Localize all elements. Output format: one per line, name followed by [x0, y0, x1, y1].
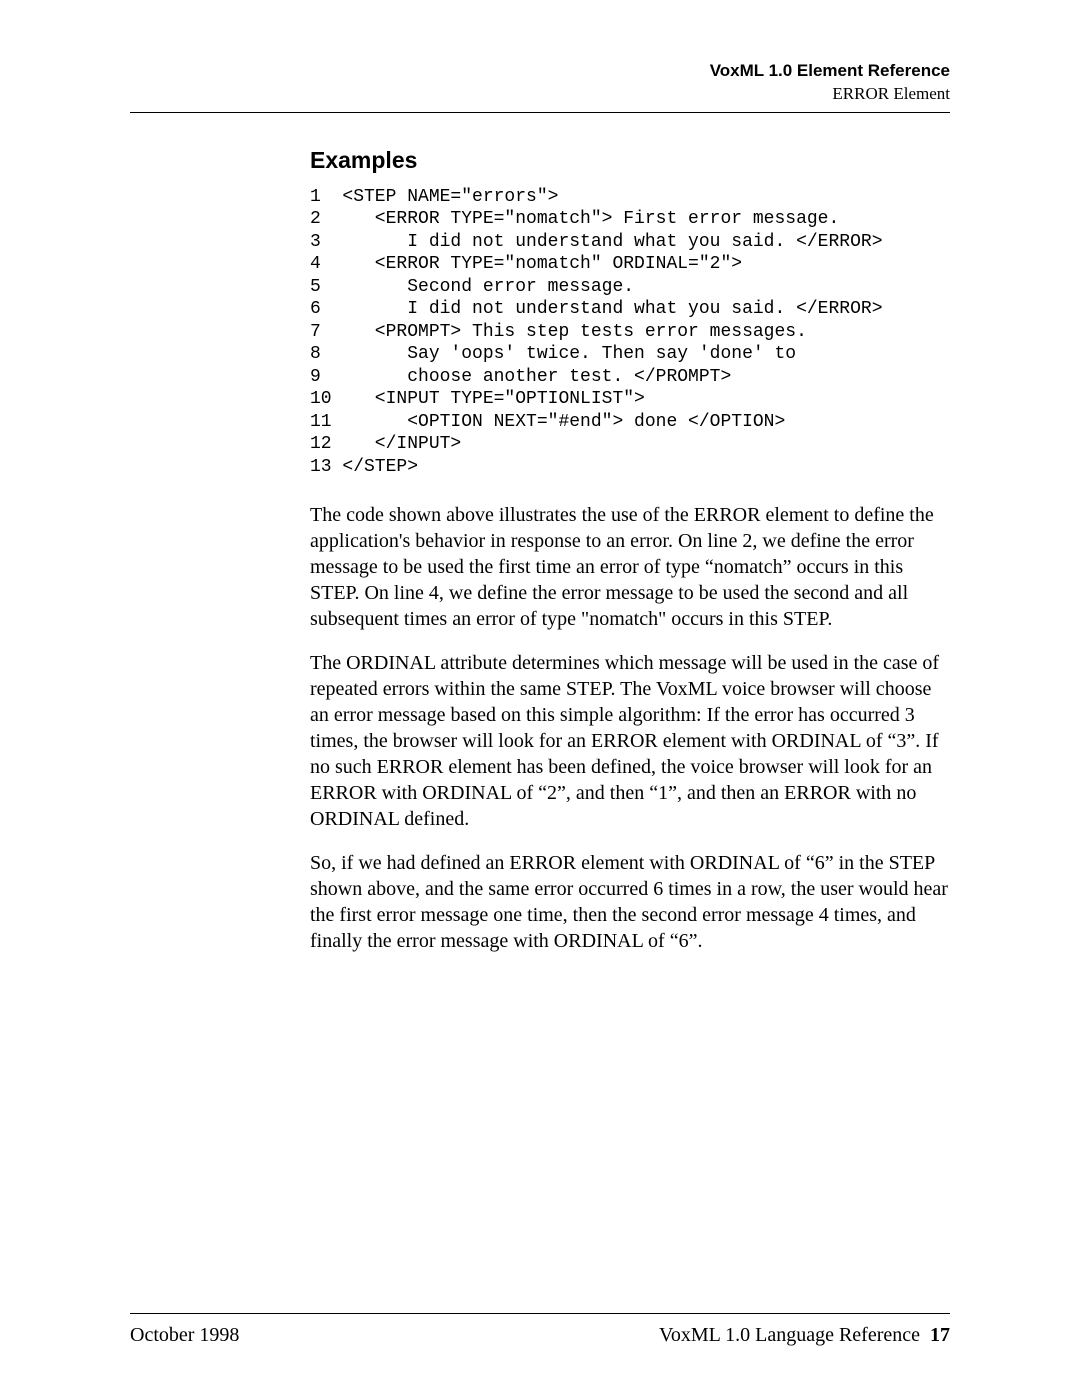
- footer-doc-title: VoxML 1.0 Language Reference 17: [659, 1324, 950, 1347]
- footer-right-text: VoxML 1.0 Language Reference: [659, 1324, 920, 1346]
- header-subtitle: ERROR Element: [130, 83, 950, 106]
- page: VoxML 1.0 Element Reference ERROR Elemen…: [0, 0, 1080, 1397]
- footer-rule: [130, 1313, 950, 1314]
- page-footer: October 1998 VoxML 1.0 Language Referenc…: [130, 1313, 950, 1347]
- body-paragraph: So, if we had defined an ERROR element w…: [310, 850, 950, 954]
- content-area: Examples 1 <STEP NAME="errors"> 2 <ERROR…: [310, 147, 950, 955]
- header-rule: [130, 112, 950, 113]
- code-example: 1 <STEP NAME="errors"> 2 <ERROR TYPE="no…: [310, 186, 950, 479]
- footer-row: October 1998 VoxML 1.0 Language Referenc…: [130, 1324, 950, 1347]
- body-paragraph: The code shown above illustrates the use…: [310, 502, 950, 632]
- page-header: VoxML 1.0 Element Reference ERROR Elemen…: [130, 60, 950, 106]
- page-number: 17: [930, 1324, 950, 1346]
- header-title: VoxML 1.0 Element Reference: [130, 60, 950, 83]
- body-paragraph: The ORDINAL attribute determines which m…: [310, 650, 950, 832]
- footer-date: October 1998: [130, 1324, 239, 1347]
- section-heading: Examples: [310, 147, 950, 174]
